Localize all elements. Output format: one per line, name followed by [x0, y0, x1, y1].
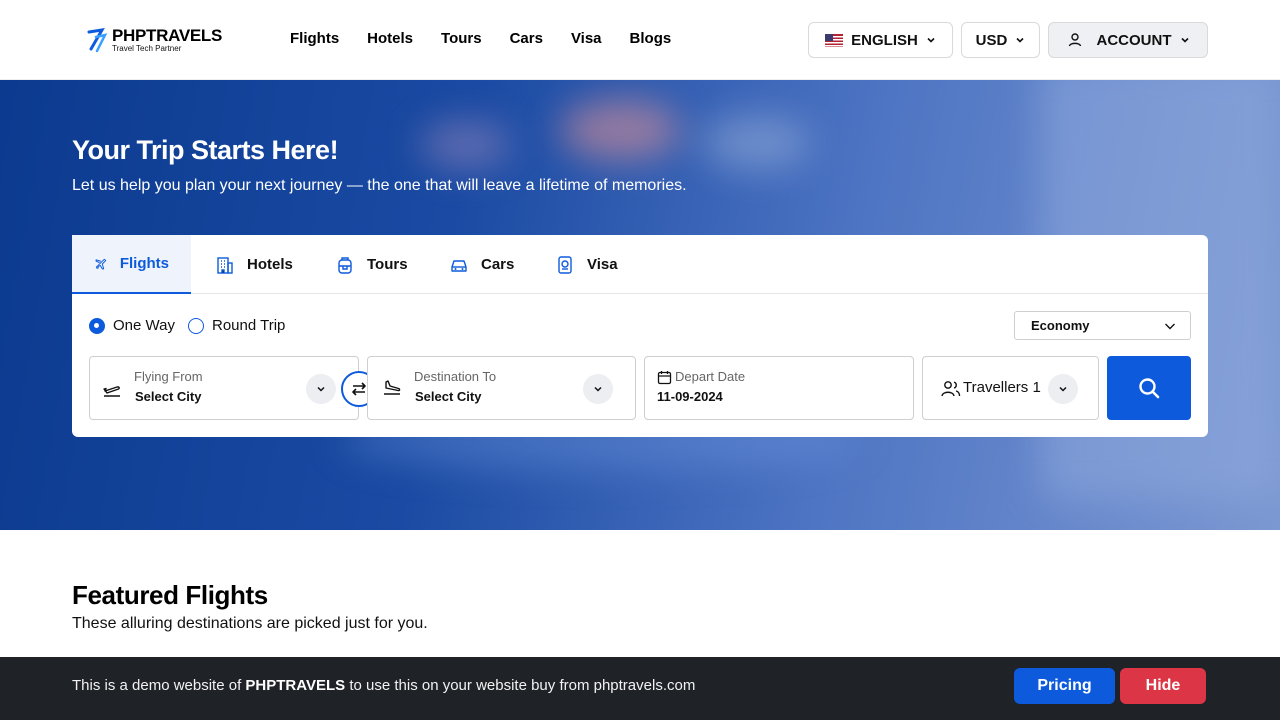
passport-icon	[558, 255, 572, 274]
us-flag-icon	[825, 33, 844, 47]
trip-one-way[interactable]: One Way	[89, 317, 175, 334]
nav-blogs[interactable]: Blogs	[630, 30, 672, 47]
destination-dropdown[interactable]	[583, 374, 613, 404]
building-icon	[217, 256, 233, 274]
language-label: ENGLISH	[851, 31, 918, 49]
chevron-down-icon	[1059, 386, 1067, 392]
demo-text-before: This is a demo website of	[72, 677, 242, 694]
logo-mark-icon	[87, 28, 108, 53]
main-nav: Flights Hotels Tours Cars Visa Blogs	[290, 30, 671, 47]
swap-arrows-icon	[352, 382, 366, 396]
backpack-icon	[338, 256, 352, 274]
trip-round-trip[interactable]: Round Trip	[188, 317, 285, 334]
chevron-down-icon	[927, 37, 935, 43]
nav-visa[interactable]: Visa	[571, 30, 602, 47]
radio-unchecked-icon[interactable]	[188, 317, 204, 334]
nav-flights[interactable]: Flights	[290, 30, 339, 47]
featured-flights-subtitle: These alluring destinations are picked j…	[72, 615, 428, 632]
tab-tours[interactable]: Tours	[313, 235, 430, 294]
tab-label: Flights	[119, 255, 169, 272]
hero-subtitle: Let us help you plan your next journey —…	[72, 177, 687, 194]
logo[interactable]: PHPTRAVELS Travel Tech Partner	[86, 26, 222, 54]
chevron-down-icon	[1165, 323, 1175, 329]
demo-text-after: to use this on your website buy from php…	[349, 677, 696, 694]
currency-dropdown[interactable]: USD	[961, 22, 1040, 58]
flying-from-field[interactable]: Flying From Select City	[89, 356, 359, 420]
travellers-value: Travellers 1	[963, 379, 1041, 396]
site-header: PHPTRAVELS Travel Tech Partner Flights H…	[0, 0, 1280, 80]
pricing-button[interactable]: Pricing	[1014, 668, 1115, 704]
flying-from-label: Flying From	[134, 369, 203, 384]
tab-hotels[interactable]: Hotels	[193, 235, 315, 294]
tab-cars[interactable]: Cars	[427, 235, 536, 294]
radio-checked-icon[interactable]	[89, 317, 105, 334]
tab-visa[interactable]: Visa	[533, 235, 640, 294]
trip-label: One Way	[113, 317, 175, 334]
takeoff-icon	[103, 386, 120, 397]
search-tabs: Flights Hotels Tours Cars Visa	[72, 235, 1208, 294]
language-dropdown[interactable]: ENGLISH	[808, 22, 953, 58]
hero-bokeh	[700, 115, 810, 170]
nav-tours[interactable]: Tours	[441, 30, 482, 47]
landing-icon	[384, 380, 401, 395]
tab-label: Tours	[367, 256, 408, 273]
chevron-down-icon	[1180, 37, 1189, 43]
travellers-dropdown[interactable]	[1048, 374, 1078, 404]
trip-label: Round Trip	[212, 317, 286, 334]
destination-value: Select City	[415, 389, 482, 404]
destination-label: Destination To	[414, 369, 497, 384]
depart-date-value: 11-09-2024	[657, 389, 723, 404]
travellers-field[interactable]: Travellers 1	[922, 356, 1099, 420]
chevron-down-icon	[1016, 37, 1024, 43]
chevron-down-icon	[317, 386, 325, 392]
depart-date-label: Depart Date	[675, 369, 746, 384]
nav-hotels[interactable]: Hotels	[367, 30, 413, 47]
demo-notice-text: This is a demo website of PHPTRAVELS to …	[72, 677, 695, 694]
car-icon	[451, 259, 467, 272]
search-icon	[1139, 378, 1160, 399]
flying-from-value: Select City	[135, 389, 202, 404]
hide-button[interactable]: Hide	[1120, 668, 1206, 704]
chevron-down-icon	[594, 386, 602, 392]
logo-tagline: Travel Tech Partner	[112, 44, 182, 53]
nav-cars[interactable]: Cars	[510, 30, 543, 47]
users-icon	[941, 381, 961, 397]
tab-label: Hotels	[247, 256, 293, 273]
tab-label: Cars	[481, 256, 515, 273]
demo-brand: PHPTRAVELS	[245, 677, 346, 694]
account-label: ACCOUNT	[1096, 31, 1172, 49]
hero-title: Your Trip Starts Here!	[72, 135, 339, 165]
calendar-icon	[657, 371, 672, 385]
featured-flights-title: Featured Flights	[72, 580, 268, 610]
tab-label: Visa	[587, 256, 618, 273]
user-icon	[1068, 33, 1081, 47]
destination-field[interactable]: Destination To Select City	[367, 356, 636, 420]
search-card: Flights Hotels Tours Cars Visa One Way R…	[72, 235, 1208, 437]
cabin-class-select[interactable]: Economy	[1014, 311, 1191, 340]
demo-notice-bar: This is a demo website of PHPTRAVELS to …	[0, 657, 1280, 720]
logo-name: PHPTRAVELS	[112, 26, 223, 45]
tab-flights[interactable]: Flights	[72, 235, 191, 294]
hero-bokeh	[420, 120, 510, 170]
flying-from-dropdown[interactable]	[306, 374, 336, 404]
account-dropdown[interactable]: ACCOUNT	[1048, 22, 1208, 58]
airplane-icon	[95, 258, 107, 269]
currency-label: USD	[975, 31, 1008, 49]
hero-bokeh	[560, 100, 680, 160]
cabin-class-value: Economy	[1031, 318, 1090, 333]
search-button[interactable]	[1107, 356, 1191, 420]
depart-date-field[interactable]: Depart Date 11-09-2024	[644, 356, 914, 420]
